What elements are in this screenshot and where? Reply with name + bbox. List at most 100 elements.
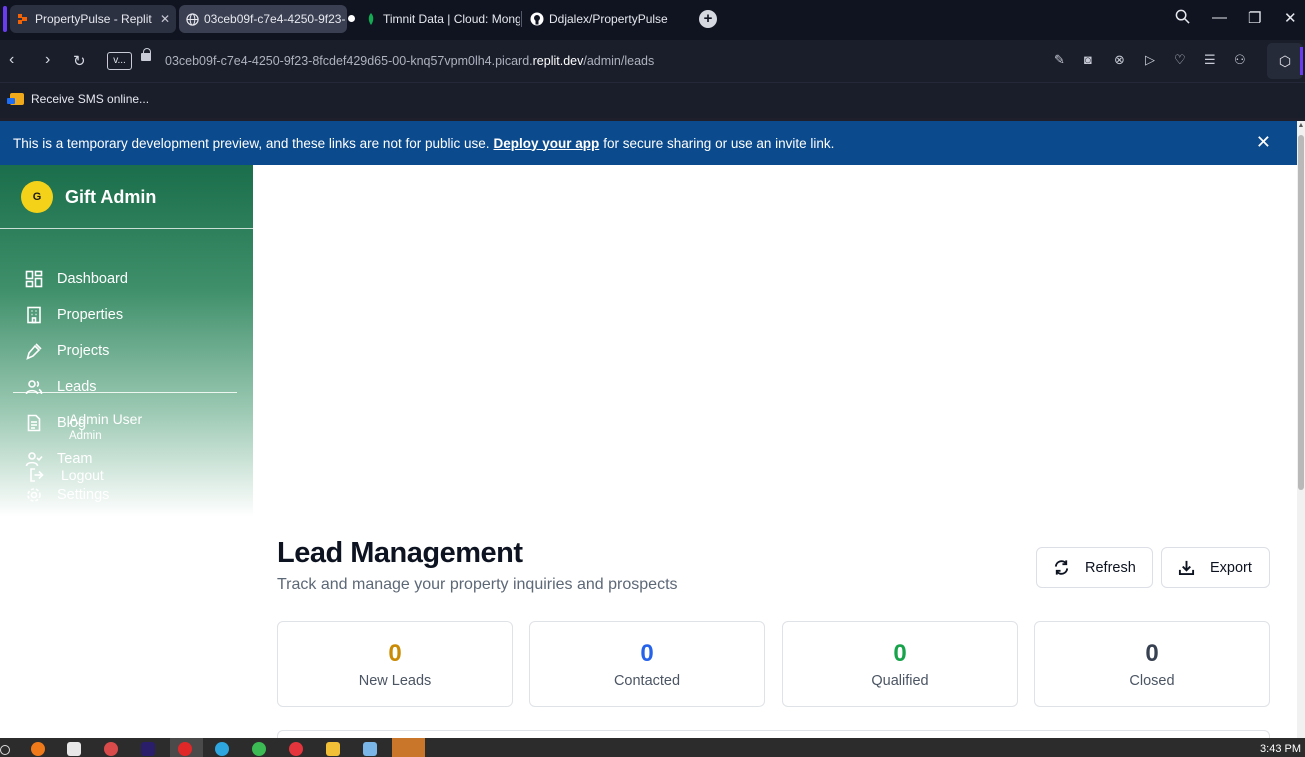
taskbar-capcut-active-icon[interactable] xyxy=(392,738,425,757)
sidebar-brand[interactable]: G Gift Admin xyxy=(21,181,156,213)
sidebar-item-dashboard[interactable]: Dashboard xyxy=(25,269,128,289)
stat-value: 0 xyxy=(1145,640,1159,667)
minimize-icon[interactable]: — xyxy=(1212,9,1227,26)
github-icon xyxy=(530,12,544,26)
logout-button[interactable]: Logout xyxy=(29,467,104,483)
send-icon[interactable]: ▷ xyxy=(1145,52,1155,68)
sidebar-item-settings[interactable]: Settings xyxy=(25,485,109,505)
sidebar-item-team[interactable]: Team xyxy=(25,449,92,469)
bookmark-receive-sms[interactable]: Receive SMS online... xyxy=(7,92,150,106)
sidebar-item-label: Projects xyxy=(57,343,110,359)
page-scrollbar-thumb[interactable] xyxy=(1298,135,1304,490)
taskbar-notepad-icon[interactable] xyxy=(363,742,377,756)
tab-title: Timnit Data | Cloud: Mong xyxy=(383,12,520,26)
heart-icon[interactable]: ♡ xyxy=(1174,52,1186,68)
close-window-icon[interactable]: ✕ xyxy=(1284,9,1297,27)
taskbar-paint-icon[interactable] xyxy=(104,742,118,756)
refresh-button[interactable]: Refresh xyxy=(1036,547,1153,588)
adblock-icon[interactable]: ⊗ xyxy=(1114,52,1125,68)
bookmarks-bar: Receive SMS online... xyxy=(0,82,1305,118)
sidebar-item-properties[interactable]: Properties xyxy=(25,305,123,325)
refresh-icon xyxy=(1054,560,1069,575)
taskbar-capcut-icon[interactable] xyxy=(67,742,81,756)
user-name: Admin User xyxy=(69,411,143,427)
users-icon xyxy=(25,378,43,396)
brand-name: Gift Admin xyxy=(65,186,157,207)
stat-label: Qualified xyxy=(871,673,929,689)
banner-text-before: This is a temporary development preview,… xyxy=(13,135,490,151)
tab-github-propertypulse[interactable]: Ddjalex/PropertyPulse xyxy=(524,5,694,33)
dashboard-icon xyxy=(25,270,43,288)
browser-search-icon[interactable] xyxy=(1175,9,1190,28)
stat-value: 0 xyxy=(388,640,402,667)
replit-icon xyxy=(16,12,30,26)
url-field[interactable]: 03ceb09f-c7e4-4250-9f23-8fcdef429d65-00-… xyxy=(165,54,654,68)
menu-icon[interactable]: ☰ xyxy=(1204,52,1216,68)
logout-label: Logout xyxy=(61,467,104,483)
sidebar-item-leads[interactable]: Leads xyxy=(25,377,97,397)
version-badge[interactable]: v... xyxy=(107,52,132,70)
stat-card-contacted: 0 Contacted xyxy=(529,621,765,707)
taskbar-opera-icon[interactable] xyxy=(178,742,192,756)
stat-card-qualified: 0 Qualified xyxy=(782,621,1018,707)
stat-label: New Leads xyxy=(358,673,432,689)
sidebar-item-label: Settings xyxy=(57,487,110,503)
bookmark-favicon-icon xyxy=(7,93,24,105)
edit-page-icon[interactable]: ✎ xyxy=(1054,52,1065,68)
new-tab-button[interactable]: + xyxy=(699,10,717,28)
sidebar-item-label: Team xyxy=(57,451,93,467)
scroll-up-icon[interactable]: ▲ xyxy=(1297,122,1305,132)
building-icon xyxy=(25,306,43,324)
camera-icon[interactable]: ◙ xyxy=(1084,52,1092,67)
taskbar-search-icon[interactable] xyxy=(0,745,10,755)
taskbar-telegram-icon[interactable] xyxy=(215,742,229,756)
taskbar-premiere-icon[interactable] xyxy=(141,742,155,756)
stat-label: Closed xyxy=(1129,673,1175,689)
stat-label: Contacted xyxy=(613,673,681,689)
tab-replit-dev-preview[interactable]: 03ceb09f-c7e4-4250-9f23- xyxy=(179,5,347,33)
tab-propertypulse-replit[interactable]: PropertyPulse - Replit ✕ xyxy=(10,5,176,33)
taskbar-app-orange-icon[interactable] xyxy=(31,742,45,756)
taskbar-clock: 3:43 PM xyxy=(1260,743,1301,755)
sidebar-item-label: Dashboard xyxy=(57,271,128,287)
globe-icon xyxy=(185,12,199,26)
tab-title: Ddjalex/PropertyPulse xyxy=(549,12,668,26)
profile-icon[interactable]: ⚇ xyxy=(1234,52,1246,68)
admin-sidebar: G Gift Admin Dashboard Properties Projec… xyxy=(0,165,253,517)
browser-tab-strip: PropertyPulse - Replit ✕ 03ceb09f-c7e4-4… xyxy=(0,0,1305,40)
tab-close-icon[interactable]: ✕ xyxy=(160,12,170,26)
tab-title: PropertyPulse - Replit xyxy=(35,12,152,26)
banner-close-icon[interactable]: ✕ xyxy=(1256,132,1271,153)
sidebar-item-projects[interactable]: Projects xyxy=(25,341,109,361)
gear-icon xyxy=(25,486,43,504)
taskbar-chrome-icon[interactable] xyxy=(252,742,266,756)
bookmark-label: Receive SMS online... xyxy=(31,92,150,106)
refresh-label: Refresh xyxy=(1085,559,1136,576)
stat-value: 0 xyxy=(893,640,907,667)
extensions-cube-icon[interactable]: ⬡ xyxy=(1267,43,1303,79)
export-label: Export xyxy=(1210,559,1252,576)
lock-icon[interactable] xyxy=(141,48,151,61)
user-divider xyxy=(13,392,237,393)
stat-value: 0 xyxy=(640,640,654,667)
forward-icon[interactable]: › xyxy=(45,51,50,69)
reload-icon[interactable]: ↻ xyxy=(73,52,86,70)
dev-preview-banner: This is a temporary development preview,… xyxy=(0,121,1297,165)
tab-timnit-data-mongodb[interactable]: Timnit Data | Cloud: Mong xyxy=(358,5,520,33)
user-role: Admin xyxy=(69,430,102,442)
user-check-icon xyxy=(25,450,43,468)
export-button[interactable]: Export xyxy=(1161,547,1270,588)
taskbar-target-icon[interactable] xyxy=(289,742,303,756)
taskbar-folder-icon[interactable] xyxy=(326,742,340,756)
address-bar-row: ‹ › ↻ v... 03ceb09f-c7e4-4250-9f23-8fcde… xyxy=(0,40,1305,82)
page-title: Lead Management xyxy=(277,537,523,569)
page-subtitle: Track and manage your property inquiries… xyxy=(277,576,678,593)
back-icon[interactable]: ‹ xyxy=(9,51,14,69)
stat-card-new-leads: 0 New Leads xyxy=(277,621,513,707)
stat-card-closed: 0 Closed xyxy=(1034,621,1270,707)
download-icon xyxy=(1178,560,1195,576)
deploy-app-link[interactable]: Deploy your app xyxy=(494,136,600,151)
restore-icon[interactable]: ❐ xyxy=(1248,9,1261,27)
leads-table-card xyxy=(277,730,1270,738)
mongodb-leaf-icon xyxy=(364,12,378,26)
